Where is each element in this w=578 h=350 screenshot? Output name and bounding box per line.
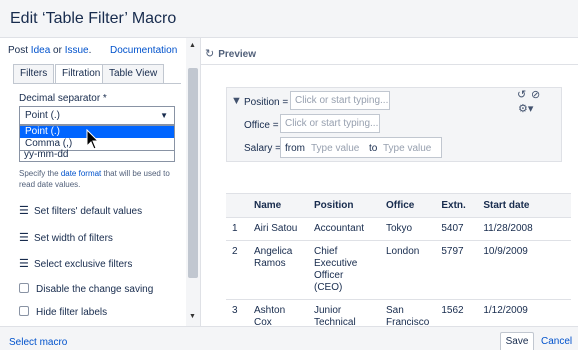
select-macro-link[interactable]: Select macro (9, 337, 67, 348)
cell-position: Chief Executive Officer (CEO) (308, 240, 380, 300)
table-row: 1 Airi Satou Accountant Tokyo 5407 11/28… (226, 217, 571, 241)
salary-filter-label: Salary = (244, 143, 281, 154)
col-position-header[interactable]: Position (308, 193, 380, 218)
col-name-header[interactable]: Name (248, 193, 308, 218)
date-format-link[interactable]: date format (61, 169, 101, 178)
office-filter-label: Office = (244, 120, 279, 131)
option-label: Select exclusive filters (34, 259, 133, 270)
period-text: . (88, 45, 92, 56)
table-row: 2 Angelica Ramos Chief Executive Officer… (226, 240, 571, 300)
select-exclusive-option[interactable]: ☰ Select exclusive filters (19, 257, 132, 270)
decimal-separator-select[interactable]: Point (.) ▼ (19, 106, 175, 125)
scroll-down-icon[interactable]: ▼ (189, 313, 196, 320)
cell-name: Angelica Ramos (248, 240, 308, 300)
col-office-header[interactable]: Office (380, 193, 436, 218)
tab-divider (13, 83, 181, 84)
cell-start-date: 11/28/2008 (477, 217, 571, 241)
filter-icon: ▼ (231, 95, 242, 107)
decimal-separator-value: Point (.) (25, 110, 61, 121)
idea-link[interactable]: Idea (31, 45, 50, 56)
preview-header[interactable]: ↻ Preview (205, 47, 256, 60)
salary-from-label: from (285, 143, 305, 154)
gear-icon[interactable]: ⚙▾ (518, 102, 533, 115)
issue-link[interactable]: Issue (65, 45, 89, 56)
tab-filters[interactable]: Filters (13, 64, 55, 84)
date-format-help: Specify the date format that will be use… (19, 168, 184, 190)
cell-position: Accountant (308, 217, 380, 241)
scroll-up-icon[interactable]: ▲ (189, 42, 196, 49)
preview-divider (200, 64, 578, 65)
hide-filter-labels-row: Hide filter labels (19, 306, 107, 318)
office-filter-input[interactable]: Click or start typing... (280, 114, 380, 133)
cell-index: 2 (226, 240, 248, 300)
position-filter-label: Position = (244, 97, 289, 108)
save-button[interactable]: Save (500, 332, 534, 350)
dialog-footer: Select macro (0, 326, 578, 350)
salary-to-label: to (369, 143, 378, 154)
post-text: Post (8, 45, 31, 56)
help-prefix: Specify the (19, 169, 61, 178)
cell-start-date: 10/9/2009 (477, 240, 571, 300)
preview-title: Preview (218, 49, 257, 60)
option-label: Set filters' default values (34, 206, 143, 217)
undo-icon[interactable]: ↺ (517, 88, 526, 101)
clear-icon[interactable]: ⊘ (531, 88, 540, 101)
position-filter-input[interactable]: Click or start typing... (290, 91, 390, 110)
cell-office: Tokyo (380, 217, 436, 241)
dialog-header: Edit ‘Table Filter’ Macro (0, 0, 578, 38)
data-table: Name Position Office Extn. Start date 1 … (226, 193, 571, 335)
or-text: or (50, 45, 65, 56)
feedback-links: Post Idea or Issue. (8, 45, 91, 56)
dialog-title: Edit ‘Table Filter’ Macro (10, 10, 177, 27)
checkbox-label: Disable the change saving (36, 284, 154, 295)
hide-filter-labels-checkbox[interactable] (19, 306, 29, 316)
documentation-link[interactable]: Documentation (110, 45, 177, 56)
option-label: Set width of filters (34, 233, 113, 244)
col-extn-header[interactable]: Extn. (435, 193, 478, 218)
list-icon: ☰ (19, 205, 29, 217)
cell-extn: 5797 (435, 240, 478, 300)
set-width-option[interactable]: ☰ Set width of filters (19, 231, 113, 244)
chevron-down-icon: ▼ (160, 111, 168, 120)
mouse-pointer-icon (86, 129, 100, 150)
list-icon: ☰ (19, 258, 29, 270)
cell-extn: 5407 (435, 217, 478, 241)
checkbox-label: Hide filter labels (36, 307, 108, 318)
decimal-separator-label: Decimal separator * (19, 93, 107, 104)
cell-index: 1 (226, 217, 248, 241)
refresh-icon: ↻ (205, 48, 215, 60)
settings-scroll-thumb[interactable] (188, 68, 198, 278)
salary-from-input[interactable]: Type value (311, 143, 359, 154)
cell-office: London (380, 240, 436, 300)
salary-to-input[interactable]: Type value (383, 143, 431, 154)
col-start-date-header[interactable]: Start date (477, 193, 571, 218)
col-index-header (226, 193, 248, 218)
cancel-link[interactable]: Cancel (541, 336, 572, 347)
table-header-row: Name Position Office Extn. Start date (226, 193, 571, 218)
disable-change-saving-checkbox[interactable] (19, 283, 29, 293)
disable-change-saving-row: Disable the change saving (19, 283, 153, 295)
set-default-values-option[interactable]: ☰ Set filters' default values (19, 204, 142, 217)
list-icon: ☰ (19, 232, 29, 244)
tab-filtration[interactable]: Filtration (55, 64, 108, 84)
tab-table-view[interactable]: Table View (102, 64, 165, 84)
cell-name: Airi Satou (248, 217, 308, 241)
